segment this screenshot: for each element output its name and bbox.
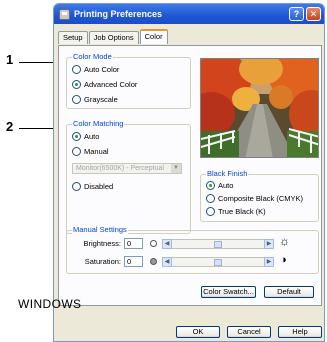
cancel-button[interactable]: Cancel: [227, 326, 271, 338]
black-finish-legend: Black Finish: [206, 169, 249, 178]
saturation-reset-radio[interactable]: [150, 258, 157, 265]
chevron-down-icon[interactable]: ▼: [171, 164, 181, 173]
black-finish-auto-option[interactable]: Auto: [206, 181, 233, 190]
radio-button[interactable]: [72, 147, 81, 156]
color-matching-auto-option[interactable]: Auto: [72, 132, 99, 141]
tab-job-options[interactable]: Job Options: [88, 31, 139, 44]
slider-left-arrow-icon[interactable]: ◀: [162, 239, 172, 249]
callout-1: 1: [6, 52, 14, 67]
manual-settings-legend: Manual Settings: [72, 225, 128, 234]
help-button[interactable]: Help: [278, 326, 322, 338]
radio-button[interactable]: [206, 207, 215, 216]
radio-button[interactable]: [72, 65, 81, 74]
printing-preferences-window: Printing Preferences ? ✕ Setup Job Optio…: [53, 3, 325, 342]
sun-icon: ☼: [279, 234, 290, 248]
slider-right-arrow-icon[interactable]: ▶: [264, 239, 274, 249]
radio-button-selected[interactable]: [72, 80, 81, 89]
option-label: Grayscale: [84, 95, 118, 104]
slider-left-arrow-icon[interactable]: ◀: [162, 257, 172, 267]
color-matching-disabled-option[interactable]: Disabled: [72, 182, 113, 191]
color-tab-panel: Color Mode Auto Color Advanced Color Gra…: [58, 45, 322, 306]
callout-2: 2: [6, 119, 14, 134]
option-label: Disabled: [84, 182, 114, 191]
tab-setup[interactable]: Setup: [58, 31, 88, 44]
brightness-input[interactable]: 0: [124, 238, 143, 249]
option-label: Auto Color: [84, 65, 120, 74]
saturation-label: Saturation:: [84, 257, 121, 266]
black-finish-group: Black Finish Auto Composite Black (CMYK)…: [200, 169, 319, 222]
title-close-button[interactable]: ✕: [306, 7, 321, 21]
brightness-slider[interactable]: ◀ ▶: [162, 239, 274, 249]
color-matching-legend: Color Matching: [72, 119, 125, 128]
tab-color[interactable]: Color: [139, 29, 168, 44]
printer-icon: [59, 8, 70, 20]
color-matching-manual-option[interactable]: Manual: [72, 147, 109, 156]
saturation-slider[interactable]: ◀ ▶: [162, 257, 274, 267]
saturation-input[interactable]: 0: [124, 256, 143, 267]
autumn-road-preview: [201, 59, 318, 157]
option-label: Composite Black (CMYK): [218, 194, 304, 203]
option-label: Auto: [84, 132, 100, 141]
color-swatch-button[interactable]: Color Swatch...: [201, 286, 256, 298]
radio-button[interactable]: [206, 194, 215, 203]
window-title: Printing Preferences: [74, 9, 163, 19]
color-profile-select[interactable]: Monitor(6500K) - Perceptual ▼: [72, 163, 182, 174]
color-mode-advanced-color-option[interactable]: Advanced Color: [72, 80, 137, 89]
black-finish-composite-option[interactable]: Composite Black (CMYK): [206, 194, 303, 203]
option-label: Manual: [84, 147, 109, 156]
slider-thumb[interactable]: [214, 259, 222, 266]
color-matching-group: Color Matching Auto Manual Monitor(6500K…: [66, 119, 191, 234]
ok-button[interactable]: OK: [176, 326, 220, 338]
preview-image: [200, 58, 319, 158]
option-label: Advanced Color: [84, 80, 138, 89]
brightness-label: Brightness:: [83, 239, 121, 248]
option-label: True Black (K): [218, 207, 266, 216]
color-mode-legend: Color Mode: [72, 52, 113, 61]
title-help-button[interactable]: ?: [289, 7, 304, 21]
select-value: Monitor(6500K) - Perceptual: [76, 165, 164, 172]
tab-strip: Setup Job Options Color: [58, 29, 169, 45]
slider-right-arrow-icon[interactable]: ▶: [264, 257, 274, 267]
color-mode-group: Color Mode Auto Color Advanced Color Gra…: [66, 52, 191, 109]
brightness-reset-radio[interactable]: [150, 240, 157, 247]
black-finish-true-black-option[interactable]: True Black (K): [206, 207, 266, 216]
color-mode-auto-color-option[interactable]: Auto Color: [72, 65, 119, 74]
title-bar[interactable]: Printing Preferences ? ✕: [54, 4, 324, 24]
os-label: WINDOWS: [18, 297, 82, 311]
color-mode-grayscale-option[interactable]: Grayscale: [72, 95, 118, 104]
slider-thumb[interactable]: [214, 241, 222, 248]
radio-button-selected[interactable]: [72, 132, 81, 141]
manual-settings-group: Manual Settings Brightness: 0 ◀ ▶ ☼ Satu…: [66, 225, 319, 274]
contrast-icon: ◑: [280, 254, 287, 266]
radio-button[interactable]: [72, 95, 81, 104]
option-label: Auto: [218, 181, 234, 190]
radio-button-selected[interactable]: [206, 181, 215, 190]
radio-button[interactable]: [72, 182, 81, 191]
default-button[interactable]: Default: [264, 286, 314, 298]
